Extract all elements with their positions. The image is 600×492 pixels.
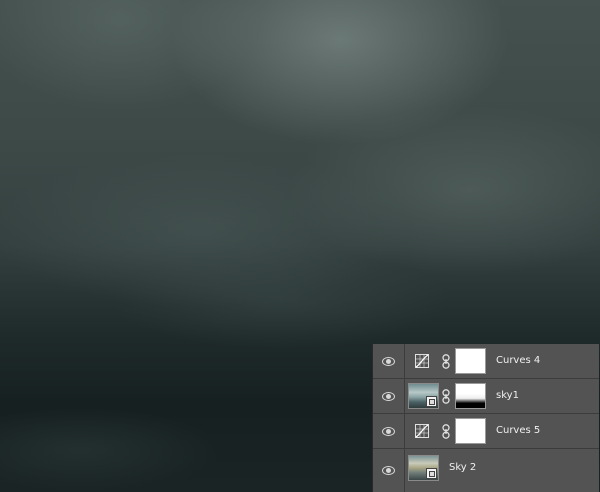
layer-thumbnail[interactable]: [408, 455, 439, 481]
eye-icon: [382, 426, 395, 436]
eye-icon: [382, 466, 395, 475]
layer-mask-thumbnail[interactable]: [455, 348, 486, 374]
layer-name: Curves 4: [496, 355, 541, 366]
layer-row-sky1[interactable]: sky1: [373, 379, 599, 414]
link-icon[interactable]: [442, 424, 450, 439]
layer-mask-thumbnail[interactable]: [455, 383, 486, 409]
link-icon[interactable]: [442, 354, 450, 369]
layer-row-curves-5[interactable]: Curves 5: [373, 414, 599, 449]
visibility-toggle[interactable]: [373, 379, 405, 413]
layer-name: Curves 5: [496, 425, 541, 436]
layer-name: Sky 2: [449, 462, 477, 473]
layer-mask-thumbnail[interactable]: [455, 418, 486, 444]
eye-icon: [382, 356, 395, 366]
visibility-toggle[interactable]: [373, 414, 405, 448]
layer-name: sky1: [496, 390, 519, 401]
curves-icon: [415, 424, 429, 438]
smart-object-badge-icon: [426, 396, 437, 407]
layer-row-sky-2[interactable]: Sky 2: [373, 449, 599, 492]
layer-row-curves-4[interactable]: Curves 4: [373, 344, 599, 379]
visibility-toggle[interactable]: [373, 449, 405, 492]
visibility-toggle[interactable]: [373, 344, 405, 378]
smart-object-badge-icon: [426, 468, 437, 479]
link-icon[interactable]: [442, 389, 450, 404]
layer-thumbnail[interactable]: [408, 383, 439, 409]
layers-panel: Curves 4 sky1 Curves 5 Sky 2: [372, 344, 599, 492]
eye-icon: [382, 391, 395, 401]
curves-icon: [415, 354, 429, 368]
